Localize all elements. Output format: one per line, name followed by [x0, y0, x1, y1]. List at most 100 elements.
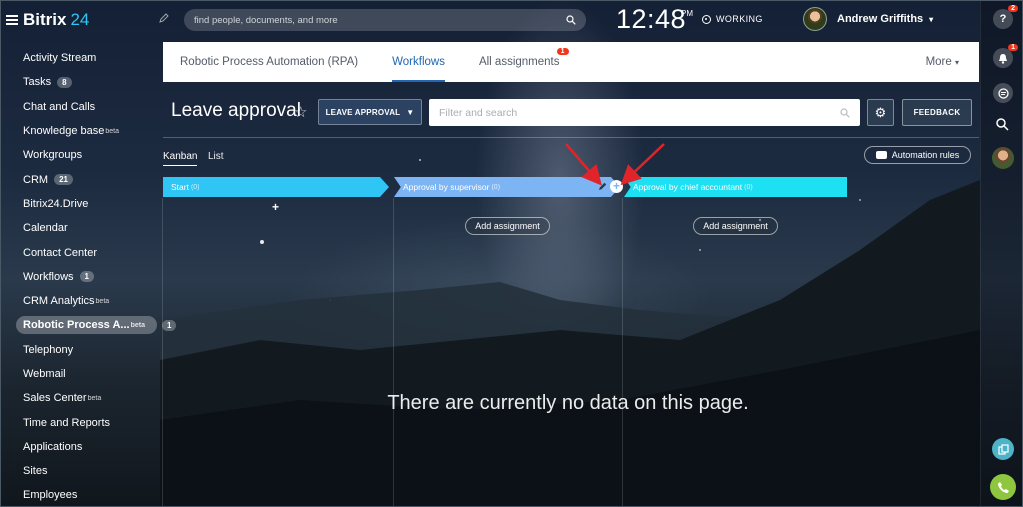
logo-area[interactable]: Bitrix 24	[6, 10, 89, 30]
tab-rpa[interactable]: Robotic Process Automation (RPA)	[163, 42, 375, 82]
add-stage-button[interactable]: +	[610, 180, 623, 193]
sidebar-item-label: Workflows	[23, 270, 74, 283]
sidebar-badge: 1	[79, 271, 94, 283]
divider	[163, 137, 979, 138]
search-icon[interactable]	[566, 15, 576, 25]
add-assignment-button[interactable]: Add assignment	[465, 217, 550, 235]
filter-search-input[interactable]: Filter and search	[429, 99, 860, 126]
sidebar-item[interactable]: Applications	[16, 435, 156, 459]
sidebar-item-label: Workgroups	[23, 149, 83, 162]
column-divider	[162, 198, 163, 507]
gear-icon: ⚙	[874, 104, 887, 120]
tabs-bar: Robotic Process Automation (RPA) Workflo…	[163, 42, 979, 82]
sidebar-item[interactable]: Calendar	[16, 216, 156, 240]
sidebar-item[interactable]: CRM 21	[16, 167, 156, 191]
chat-button[interactable]	[993, 83, 1013, 103]
tab-all-assignments[interactable]: All assignments 1	[462, 42, 577, 82]
work-status-icon	[702, 14, 711, 24]
filter-placeholder: Filter and search	[439, 106, 518, 119]
global-search-input[interactable]: find people, documents, and more	[184, 9, 586, 31]
sidebar-item-label: Bitrix24.Drive	[23, 197, 89, 210]
sidebar-item[interactable]: Time and Reports	[16, 410, 156, 434]
star-icon[interactable]: ☆	[294, 103, 307, 121]
page-title: Leave approval	[171, 100, 301, 121]
more-button[interactable]: More ▾	[926, 56, 979, 68]
search-placeholder: find people, documents, and more	[194, 14, 338, 26]
search-icon[interactable]	[840, 107, 850, 118]
assignments-badge: 1	[556, 48, 569, 55]
help-badge: 2	[1008, 5, 1018, 12]
clock-suffix: PM	[681, 9, 693, 18]
tab-workflows[interactable]: Workflows	[375, 42, 462, 82]
sidebar-item[interactable]: Tasks 8	[16, 70, 156, 94]
beta-label: beta	[105, 127, 119, 135]
sidebar-item[interactable]: Bitrix24.Drive	[16, 192, 156, 216]
sidebar-item[interactable]: CRM Analytics beta	[16, 289, 156, 313]
view-list-tab[interactable]: List	[208, 151, 224, 162]
sidebar-item[interactable]: Employees	[16, 483, 156, 507]
sidebar-item[interactable]: Activity Stream	[16, 46, 156, 70]
automation-rules-button[interactable]: Automation rules	[864, 146, 971, 164]
clock-time: 12:48	[616, 4, 687, 34]
sidebar-item[interactable]: Robotic Process A... beta 1	[16, 313, 177, 337]
sidebar-badge: 8	[57, 76, 72, 88]
sidebar-item-label: Employees	[23, 489, 78, 502]
process-dropdown-button[interactable]: LEAVE APPROVAL ▼	[318, 99, 422, 125]
sidebar-item-label: Webmail	[23, 368, 66, 380]
sidebar-item[interactable]: Workgroups	[16, 143, 156, 167]
notifications-button[interactable]: 1	[993, 44, 1018, 68]
sidebar-badge: 1	[161, 319, 177, 331]
sidebar-item[interactable]: Sales Center beta	[16, 386, 156, 410]
sidebar-item[interactable]: Contact Center	[16, 240, 156, 264]
column-divider	[622, 198, 623, 507]
beta-label: beta	[87, 394, 102, 402]
avatar[interactable]	[992, 147, 1014, 169]
right-rail: ? 2 1	[980, 0, 1023, 507]
sidebar-item-label: CRM	[23, 173, 49, 186]
bitrix24-logo: Bitrix 24	[23, 10, 90, 29]
sidebar: Activity Stream Tasks 8 Chat and Calls Knowl…	[16, 46, 177, 507]
stage-start[interactable]: Start (0)	[163, 177, 389, 197]
chat-icon	[997, 87, 1009, 99]
sidebar-item[interactable]: Workflows 1	[16, 265, 156, 289]
phone-button[interactable]	[990, 474, 1016, 500]
empty-state-message: There are currently no data on this page…	[387, 392, 749, 414]
menu-icon[interactable]	[6, 15, 18, 25]
stage-approval-by-chief-accountant[interactable]: Approval by chief accountant (0)	[624, 177, 847, 197]
sidebar-item-label: Robotic Process A... beta	[16, 316, 157, 335]
column-divider	[393, 198, 394, 507]
copy-icon	[997, 443, 1009, 455]
work-status[interactable]: WORKING	[702, 14, 763, 24]
sidebar-item-label: Time and Reports	[23, 416, 111, 429]
bell-icon	[999, 53, 1007, 64]
chevron-down-icon: ▼	[406, 107, 415, 117]
sidebar-badge: 21	[54, 174, 73, 186]
help-button[interactable]: ? 2	[993, 5, 1018, 29]
beta-label: beta	[95, 297, 110, 305]
sidebar-item-label: CRM Analytics	[23, 295, 95, 308]
add-assignment-button[interactable]: Add assignment	[693, 217, 778, 235]
sidebar-item[interactable]: Telephony	[16, 338, 156, 362]
sidebar-item-label: Sales Center	[23, 392, 87, 405]
sidebar-item-label: Knowledge base	[23, 125, 105, 138]
user-menu[interactable]: Andrew Griffiths ▾	[803, 7, 933, 31]
sidebar-item[interactable]: Webmail	[16, 362, 156, 386]
settings-button[interactable]: ⚙	[867, 99, 894, 126]
open-lines-button[interactable]	[992, 438, 1014, 460]
sidebar-item-label: Activity Stream	[23, 52, 97, 65]
sidebar-item[interactable]: Sites	[16, 459, 156, 483]
feedback-button[interactable]: FEEDBACK	[902, 99, 972, 126]
sidebar-item[interactable]: Knowledge base beta	[16, 119, 156, 143]
chevron-down-icon: ▾	[929, 14, 934, 24]
sidebar-item-label: Applications	[23, 440, 83, 453]
sidebar-item[interactable]: Chat and Calls	[16, 95, 156, 119]
search-icon[interactable]	[996, 118, 1009, 136]
pencil-icon[interactable]	[158, 12, 170, 24]
chevron-down-icon: ▾	[954, 58, 959, 67]
view-kanban-tab[interactable]: Kanban	[163, 151, 198, 166]
edit-stage-icon[interactable]	[598, 181, 608, 191]
phone-icon	[997, 481, 1009, 493]
question-icon: ?	[999, 13, 1007, 25]
stage-approval-by-supervisor[interactable]: Approval by supervisor (0)	[394, 177, 620, 197]
plus-icon[interactable]: +	[272, 200, 279, 214]
